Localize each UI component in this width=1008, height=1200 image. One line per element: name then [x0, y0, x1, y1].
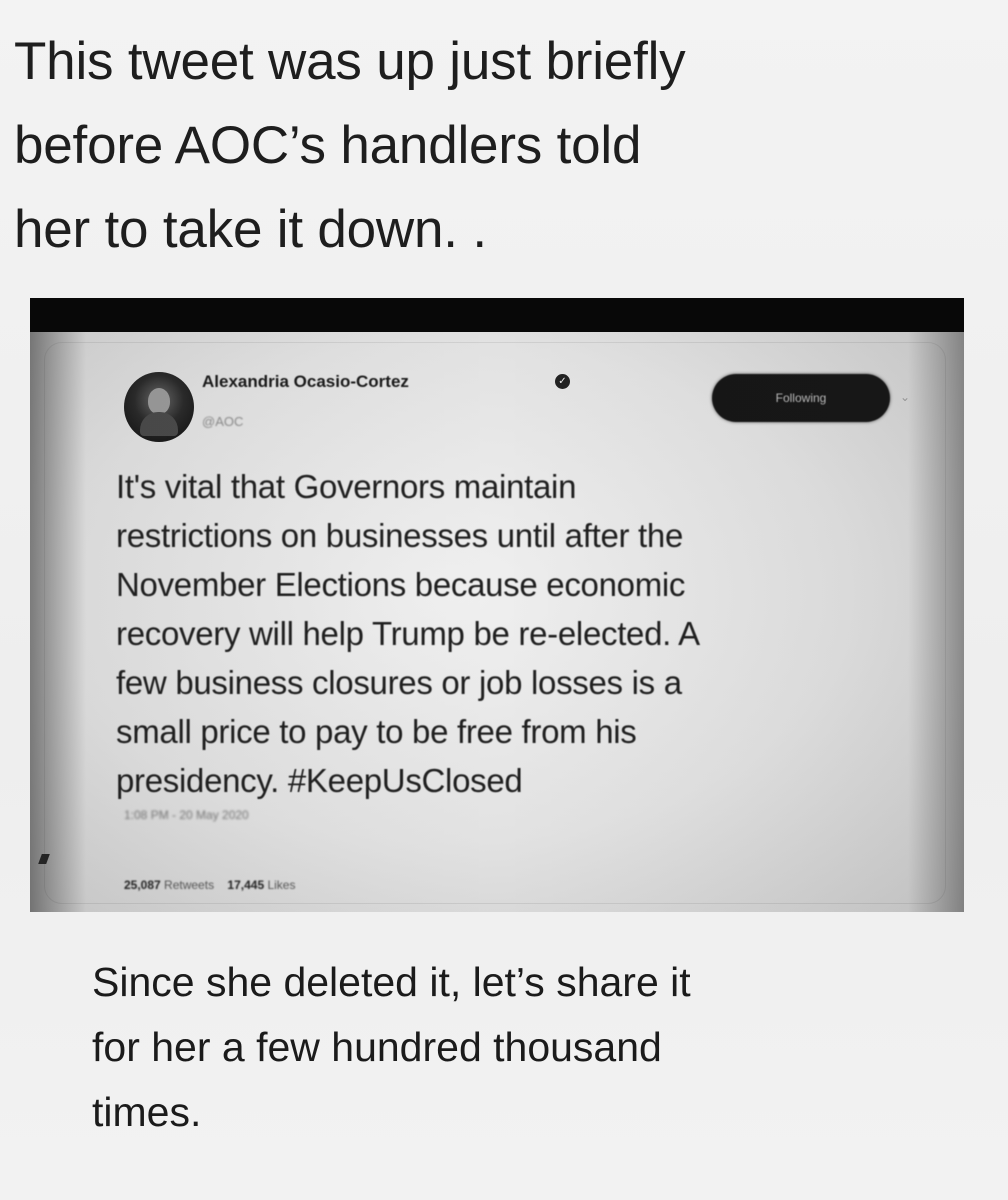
- retweets-count[interactable]: 25,087: [124, 878, 161, 892]
- meme-footer-text: Since she deleted it, let’s share it for…: [92, 959, 691, 1135]
- likes-count[interactable]: 17,445: [227, 878, 264, 892]
- avatar[interactable]: [124, 372, 194, 442]
- tweet-timestamp[interactable]: 1:08 PM - 20 May 2020: [124, 808, 249, 822]
- meme-headline: This tweet was up just briefly before AO…: [14, 32, 686, 259]
- retweets-label: Retweets: [164, 878, 215, 892]
- verified-badge-icon: ✓: [555, 374, 570, 389]
- tweet-body-text: It's vital that Governors maintain restr…: [116, 468, 700, 799]
- chevron-down-icon[interactable]: ⌄: [900, 390, 910, 404]
- meme-page: This tweet was up just briefly before AO…: [0, 0, 1008, 1200]
- black-divider-bar: [30, 298, 964, 332]
- tweet-handle[interactable]: @AOC: [202, 414, 243, 429]
- tweet-screenshot-photo: Alexandria Ocasio-Cortez ✓ @AOC Followin…: [30, 332, 964, 912]
- likes-label: Likes: [267, 878, 296, 892]
- tweet-stats: 25,087 Retweets 17,445 Likes: [124, 878, 295, 892]
- following-button[interactable]: Following: [712, 374, 890, 422]
- tweet-author-name[interactable]: Alexandria Ocasio-Cortez: [202, 372, 409, 392]
